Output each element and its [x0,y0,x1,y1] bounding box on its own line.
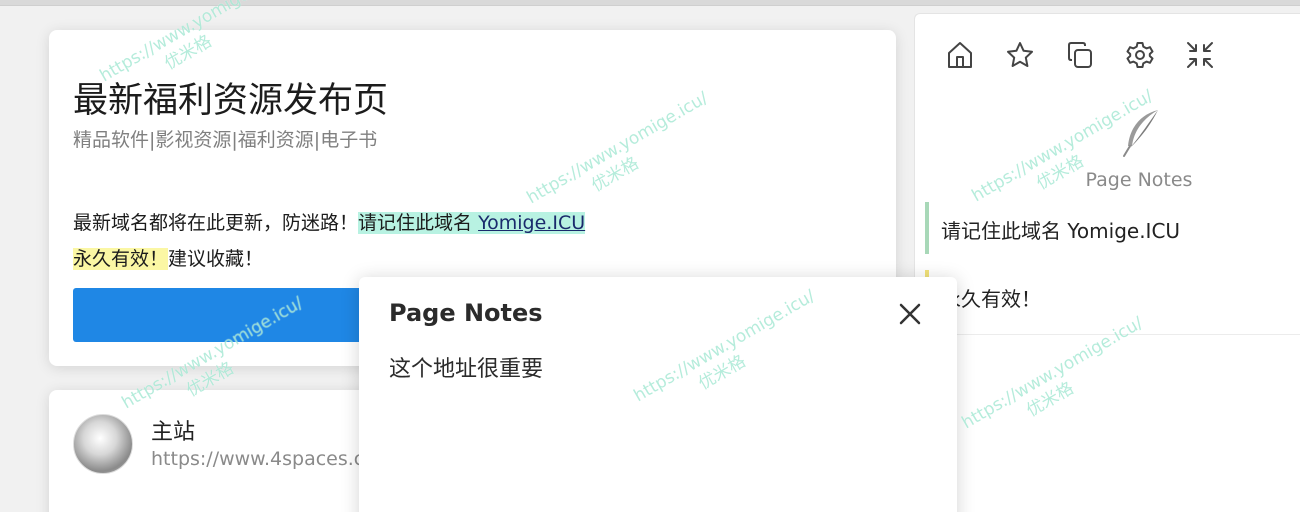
close-icon[interactable] [895,299,925,329]
divider [915,334,1300,335]
site-url: https://www.4spaces.c [151,448,365,470]
notice-permanent: 永久有效！ [73,248,169,270]
note-color-bar [925,202,929,254]
note-item[interactable]: 永久有效！ [925,270,1300,322]
notice-line-2: 永久有效！建议收藏！ [73,244,263,271]
page-title: 最新福利资源发布页 [73,81,389,121]
note-item[interactable]: 请记住此域名 Yomige.ICU [925,202,1300,254]
page-notes-sidebar: Page Notes 请记住此域名 Yomige.ICU 永久有效！ [914,13,1300,512]
notice-suffix: 建议收藏！ [168,248,264,270]
avatar [73,414,133,474]
star-icon[interactable] [1005,40,1035,70]
home-icon[interactable] [945,40,975,70]
popup-title: Page Notes [389,299,543,327]
collapse-icon[interactable] [1185,40,1215,70]
site-name: 主站 [151,420,196,445]
notice-highlight: 请记住此域名 [358,212,479,234]
page-subtitle: 精品软件|影视资源|福利资源|电子书 [73,129,378,151]
popup-note-text: 这个地址很重要 [389,357,544,382]
notice-prefix: 最新域名都将在此更新，防迷路！ [73,212,359,234]
browser-top-edge [0,0,1300,6]
copy-icon[interactable] [1065,40,1095,70]
app-name: Page Notes [1085,169,1193,191]
feather-logo-icon [1118,108,1164,158]
note-text: 请记住此域名 Yomige.ICU [941,219,1181,243]
gear-icon[interactable] [1125,40,1155,70]
notice-line-1: 最新域名都将在此更新，防迷路！请记住此域名 Yomige.ICU [73,208,586,235]
domain-link[interactable]: Yomige.ICU [478,212,586,234]
page-notes-popup: Page Notes 这个地址很重要 [359,277,957,512]
primary-button[interactable] [73,288,373,342]
